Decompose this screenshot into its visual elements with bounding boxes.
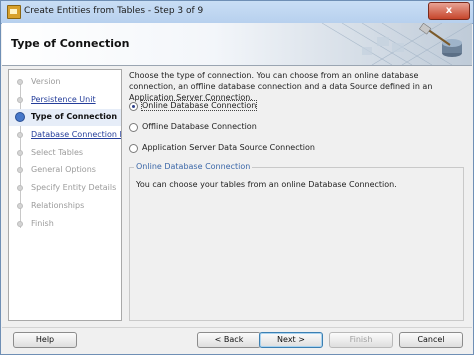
back-button[interactable]: < Back [197, 332, 261, 348]
step-label[interactable]: Database Connection De [31, 130, 121, 139]
window-title: Create Entities from Tables - Step 3 of … [24, 6, 204, 16]
step-dot-icon [17, 221, 23, 227]
step-label: Relationships [31, 201, 85, 210]
step-persistence-unit[interactable]: Persistence Unit [9, 92, 121, 109]
page-title: Type of Connection [11, 37, 130, 50]
step-dot-icon [17, 203, 23, 209]
title-bar[interactable]: Create Entities from Tables - Step 3 of … [1, 1, 473, 24]
step-finish: Finish [9, 216, 121, 233]
step-label[interactable]: Persistence Unit [31, 95, 96, 104]
step-relationships: Relationships [9, 198, 121, 215]
connection-info-group: Online Database Connection You can choos… [129, 162, 464, 321]
button-bar-divider [2, 327, 472, 328]
radio-icon[interactable] [129, 123, 138, 132]
app-icon [7, 5, 21, 19]
step-label: Specify Entity Details [31, 183, 117, 192]
step-label: General Options [31, 165, 96, 174]
step-dot-icon [17, 79, 23, 85]
radio-selected-icon[interactable] [129, 102, 138, 111]
help-button[interactable]: Help [13, 332, 77, 348]
step-specify-entity-details: Specify Entity Details [9, 180, 121, 197]
current-step-icon [15, 112, 25, 122]
step-label: Select Tables [31, 148, 84, 157]
step-type-of-connection[interactable]: Type of Connection [9, 109, 121, 126]
radio-icon[interactable] [129, 144, 138, 153]
step-dot-icon [17, 132, 23, 138]
connection-description: Choose the type of connection. You can c… [129, 71, 433, 102]
cancel-button[interactable]: Cancel [399, 332, 463, 348]
next-button[interactable]: Next > [259, 332, 323, 348]
step-dot-icon [17, 185, 23, 191]
wizard-window: Create Entities from Tables - Step 3 of … [0, 0, 474, 355]
wizard-steps-nav: Version Persistence Unit Type of Connect… [8, 69, 122, 321]
wizard-header: Type of Connection [2, 23, 472, 66]
step-general-options: General Options [9, 162, 121, 179]
step-database-connection[interactable]: Database Connection De [9, 127, 121, 144]
step-label: Type of Connection [31, 112, 118, 121]
step-dot-icon [17, 97, 23, 103]
step-dot-icon [17, 150, 23, 156]
step-label: Finish [31, 219, 54, 228]
group-text: You can choose your tables from an onlin… [136, 180, 397, 189]
step-version: Version [9, 74, 121, 91]
step-label: Version [31, 77, 61, 86]
step-dot-icon [17, 167, 23, 173]
finish-button: Finish [329, 332, 393, 348]
radio-label[interactable]: Offline Database Connection [142, 122, 257, 131]
radio-label[interactable]: Application Server Data Source Connectio… [142, 143, 315, 152]
step-select-tables: Select Tables [9, 145, 121, 162]
radio-label[interactable]: Online Database Connection [140, 100, 258, 111]
group-title: Online Database Connection [134, 162, 253, 171]
header-decoration-icon [321, 23, 472, 65]
close-button[interactable]: x [428, 2, 470, 20]
